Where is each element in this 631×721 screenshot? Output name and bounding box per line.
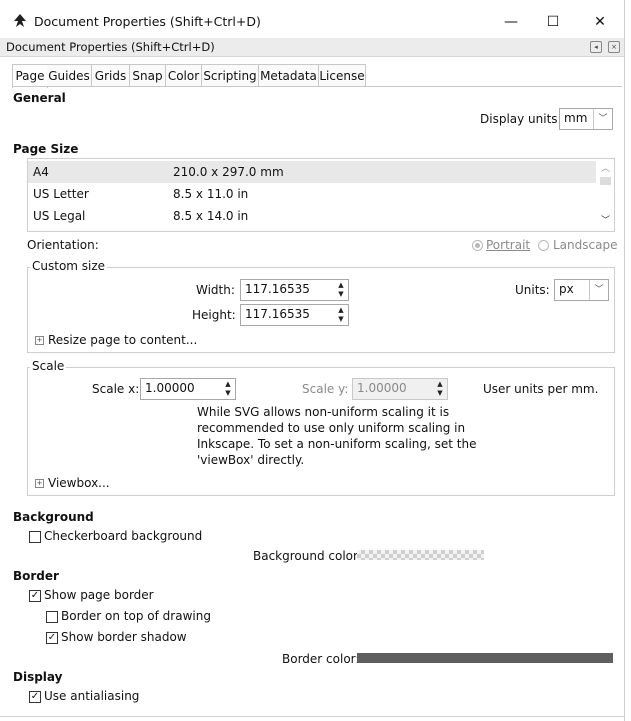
landscape-radio[interactable]	[538, 240, 549, 251]
window-title: Document Properties (Shift+Ctrl+D)	[34, 14, 261, 29]
dock-iconify-icon[interactable]: ◂	[590, 41, 602, 53]
units-select[interactable]: px ﹀	[554, 279, 609, 301]
chevron-down-icon: ﹀	[593, 109, 612, 129]
list-item[interactable]: A4 210.0 x 297.0 mm	[28, 161, 596, 183]
tab-snap[interactable]: Snap	[130, 64, 166, 87]
minimize-button[interactable]: —	[488, 6, 534, 38]
page-size-name: US Letter	[33, 187, 89, 201]
chevron-down-icon: ﹀	[589, 280, 608, 300]
plus-square-icon[interactable]: +	[35, 336, 44, 345]
list-scrollbar[interactable]: ︿ ﹀	[597, 159, 614, 231]
tab-scripting[interactable]: Scripting	[202, 64, 259, 87]
close-button[interactable]: ✕	[577, 6, 623, 38]
background-window-edge	[624, 0, 631, 721]
scale-x-label: Scale x:	[92, 382, 140, 396]
show-border-label: Show page border	[44, 588, 154, 602]
spin-arrows-icon[interactable]: ▲ ▼	[336, 281, 346, 299]
tab-guides[interactable]: Guides	[47, 64, 92, 87]
page-size-list[interactable]: A4 210.0 x 297.0 mm US Letter 8.5 x 11.0…	[27, 158, 615, 232]
background-heading: Background	[13, 510, 94, 524]
chevron-down-icon[interactable]: ﹀	[601, 213, 610, 226]
antialiasing-checkbox[interactable]: ✓	[29, 691, 41, 703]
checkerboard-label: Checkerboard background	[44, 529, 203, 543]
tab-page[interactable]: Page	[12, 64, 48, 88]
page-size-heading: Page Size	[13, 142, 79, 156]
dock-close-icon[interactable]: ×	[608, 41, 620, 53]
general-heading: General	[13, 91, 66, 105]
scale-units-note: User units per mm.	[483, 382, 599, 396]
units-label: Units:	[515, 283, 550, 297]
border-color-label: Border color:	[282, 652, 360, 666]
width-label: Width:	[196, 283, 235, 297]
plus-square-icon[interactable]: +	[35, 479, 44, 488]
border-on-top-checkbox[interactable]	[46, 611, 58, 623]
width-input[interactable]: 117.16535 ▲ ▼	[240, 279, 349, 301]
scrollbar-thumb[interactable]	[600, 177, 611, 185]
page-size-dimensions: 8.5 x 11.0 in	[173, 187, 249, 201]
scale-note-line: While SVG allows non-uniform scaling it …	[197, 405, 450, 419]
display-units-select[interactable]: mm ﹀	[559, 108, 613, 130]
tab-license[interactable]: License	[319, 64, 366, 87]
tab-divider	[12, 86, 622, 87]
spin-arrows-icon[interactable]: ▲ ▼	[223, 380, 233, 398]
scale-x-input[interactable]: 1.00000 ▲ ▼	[140, 378, 236, 400]
scale-y-value: 1.00000	[357, 381, 407, 395]
antialiasing-label: Use antialiasing	[44, 689, 140, 703]
border-on-top-label: Border on top of drawing	[61, 609, 211, 623]
document-properties-window: Document Properties (Shift+Ctrl+D) — ☐ ✕…	[0, 0, 625, 721]
dock-title: Document Properties (Shift+Ctrl+D)	[6, 40, 215, 54]
orientation-label: Orientation:	[27, 238, 99, 252]
display-units-label: Display units:	[480, 112, 562, 126]
width-value: 117.16535	[245, 282, 310, 296]
page-size-name: A4	[33, 165, 49, 179]
checkerboard-checkbox[interactable]	[29, 531, 41, 543]
background-color-button[interactable]	[357, 550, 484, 560]
border-heading: Border	[13, 569, 59, 583]
scale-note-line: Inkscape. To set a non-uniform scaling, …	[197, 437, 477, 451]
window-bottom-edge	[0, 716, 624, 717]
scale-y-input: 1.00000 ▲ ▼	[352, 378, 448, 400]
page-size-dimensions: 8.5 x 14.0 in	[173, 209, 249, 223]
chevron-up-icon[interactable]: ︿	[601, 161, 610, 174]
scale-note-line: 'viewBox' directly.	[197, 453, 305, 467]
height-label: Height:	[192, 308, 236, 322]
background-color-label: Background color:	[253, 549, 362, 563]
title-bar[interactable]: Document Properties (Shift+Ctrl+D) — ☐ ✕	[0, 0, 624, 38]
list-item[interactable]: US Letter 8.5 x 11.0 in	[28, 183, 596, 205]
border-shadow-label: Show border shadow	[61, 630, 187, 644]
list-item[interactable]: US Legal 8.5 x 14.0 in	[28, 205, 596, 227]
height-input[interactable]: 117.16535 ▲ ▼	[240, 304, 349, 326]
portrait-radio[interactable]	[472, 240, 483, 251]
landscape-label: Landscape	[553, 238, 618, 252]
display-heading: Display	[13, 670, 63, 684]
units-value: px	[559, 282, 574, 296]
viewbox-expander[interactable]: Viewbox...	[48, 476, 110, 490]
spin-arrows-icon: ▲ ▼	[437, 380, 443, 397]
tab-grids[interactable]: Grids	[92, 64, 130, 87]
resize-page-expander[interactable]: Resize page to content...	[48, 333, 197, 347]
border-color-button[interactable]	[357, 653, 613, 663]
scale-note: While SVG allows non-uniform scaling it …	[197, 404, 477, 468]
inkscape-logo-icon	[14, 14, 26, 27]
custom-size-legend: Custom size	[30, 259, 108, 273]
show-border-checkbox[interactable]: ✓	[29, 590, 41, 602]
scale-y-label: Scale y:	[302, 382, 349, 396]
display-units-value: mm	[564, 111, 588, 125]
page-size-name: US Legal	[33, 209, 86, 223]
border-shadow-checkbox[interactable]: ✓	[46, 632, 58, 644]
scale-note-line: recommended to use only uniform scaling …	[197, 421, 466, 435]
dock-title-bar[interactable]: Document Properties (Shift+Ctrl+D) ◂ ×	[0, 38, 624, 57]
portrait-label: Portrait	[486, 238, 531, 252]
tab-metadata[interactable]: Metadata	[259, 64, 319, 87]
scale-x-value: 1.00000	[145, 381, 195, 395]
maximize-button[interactable]: ☐	[530, 6, 576, 38]
tab-color[interactable]: Color	[166, 64, 202, 87]
spin-arrows-icon[interactable]: ▲ ▼	[336, 306, 346, 324]
page-size-dimensions: 210.0 x 297.0 mm	[173, 165, 284, 179]
height-value: 117.16535	[245, 307, 310, 321]
scale-legend: Scale	[30, 359, 67, 373]
